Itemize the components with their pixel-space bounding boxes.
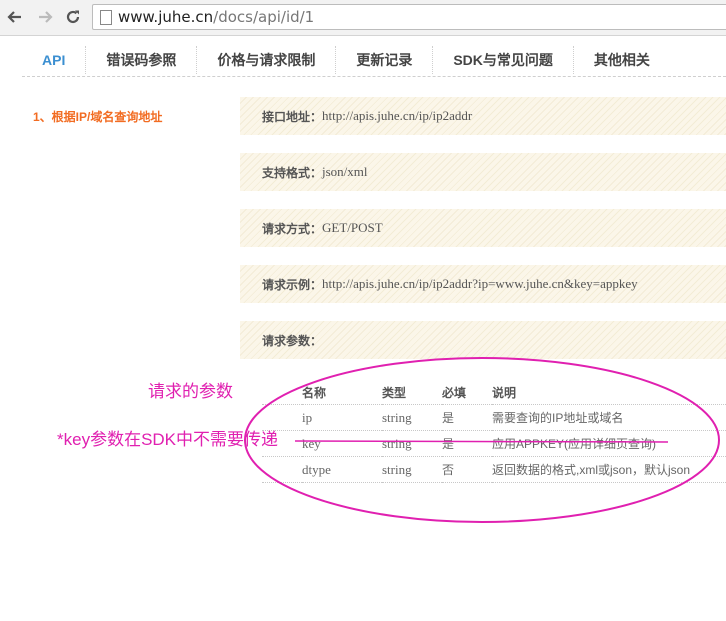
format-value: json/xml: [322, 164, 368, 179]
tab-pricing[interactable]: 价格与请求限制: [196, 46, 335, 74]
table-row: ip string 是 需要查询的IP地址或域名: [262, 404, 726, 431]
tab-changelog[interactable]: 更新记录: [335, 46, 432, 74]
back-arrow-icon[interactable]: [4, 6, 26, 28]
url-text: www.juhe.cn/docs/api/id/1: [118, 8, 314, 26]
param-type: string: [382, 456, 442, 483]
param-name: dtype: [302, 456, 382, 483]
param-description: 需要查询的IP地址或域名: [492, 404, 726, 431]
param-required: 否: [442, 456, 492, 483]
key-annotation: *key参数在SDK中不需要传递: [57, 430, 279, 449]
url-host: www.juhe.cn: [118, 8, 214, 26]
url-path: /docs/api/id/1: [213, 8, 315, 26]
tab-api[interactable]: API: [22, 46, 85, 74]
params-annotation: 请求的参数: [148, 382, 233, 401]
table-header-row: 名称 类型 必填 说明: [262, 380, 726, 405]
example-value: http://apis.juhe.cn/ip/ip2addr?ip=www.ju…: [322, 276, 638, 291]
tab-sdk-faq[interactable]: SDK与常见问题: [432, 46, 573, 74]
param-name: ip: [302, 404, 382, 431]
table-row: key string 是 应用APPKEY(应用详细页查询): [262, 430, 726, 457]
param-required: 是: [442, 404, 492, 431]
tab-error-codes[interactable]: 错误码参照: [85, 46, 196, 74]
tab-other[interactable]: 其他相关: [572, 46, 670, 74]
params-row: 请求参数：: [240, 321, 726, 359]
col-type: 类型: [382, 380, 442, 405]
col-description: 说明: [492, 380, 726, 405]
method-label: 请求方式：: [262, 221, 323, 236]
forward-arrow-icon[interactable]: [34, 6, 56, 28]
method-row: 请求方式： GET/POST: [240, 209, 726, 247]
col-required: 必填: [442, 380, 492, 405]
method-value: GET/POST: [322, 220, 383, 235]
col-name: 名称: [302, 380, 382, 405]
address-bar[interactable]: www.juhe.cn/docs/api/id/1: [92, 4, 726, 30]
param-table: 名称 类型 必填 说明 ip string 是 需要查询的IP地址或域名 key…: [262, 380, 726, 483]
annotation-overlay: [244, 357, 720, 523]
endpoint-row: 接口地址： http://apis.juhe.cn/ip/ip2addr: [240, 97, 726, 135]
params-label: 请求参数：: [262, 333, 323, 348]
param-type: string: [382, 404, 442, 431]
doc-tabs: API 错误码参照 价格与请求限制 更新记录 SDK与常见问题 其他相关: [22, 44, 726, 77]
page-icon: [100, 9, 112, 25]
format-label: 支持格式：: [262, 165, 323, 180]
browser-toolbar: www.juhe.cn/docs/api/id/1: [0, 0, 726, 36]
endpoint-value: http://apis.juhe.cn/ip/ip2addr: [322, 108, 473, 123]
example-label: 请求示例：: [262, 277, 323, 292]
reload-icon[interactable]: [62, 6, 84, 28]
example-row: 请求示例： http://apis.juhe.cn/ip/ip2addr?ip=…: [240, 265, 726, 303]
param-type: string: [382, 430, 442, 457]
param-required: 是: [442, 430, 492, 457]
param-name: key: [302, 430, 382, 457]
table-row: dtype string 否 返回数据的格式,xml或json，默认json: [262, 456, 726, 483]
param-description: 返回数据的格式,xml或json，默认json: [492, 456, 726, 483]
param-description: 应用APPKEY(应用详细页查询): [492, 430, 726, 457]
section-title[interactable]: 1、根据IP/域名查询地址: [33, 108, 162, 125]
endpoint-label: 接口地址：: [262, 109, 323, 124]
format-row: 支持格式： json/xml: [240, 153, 726, 191]
